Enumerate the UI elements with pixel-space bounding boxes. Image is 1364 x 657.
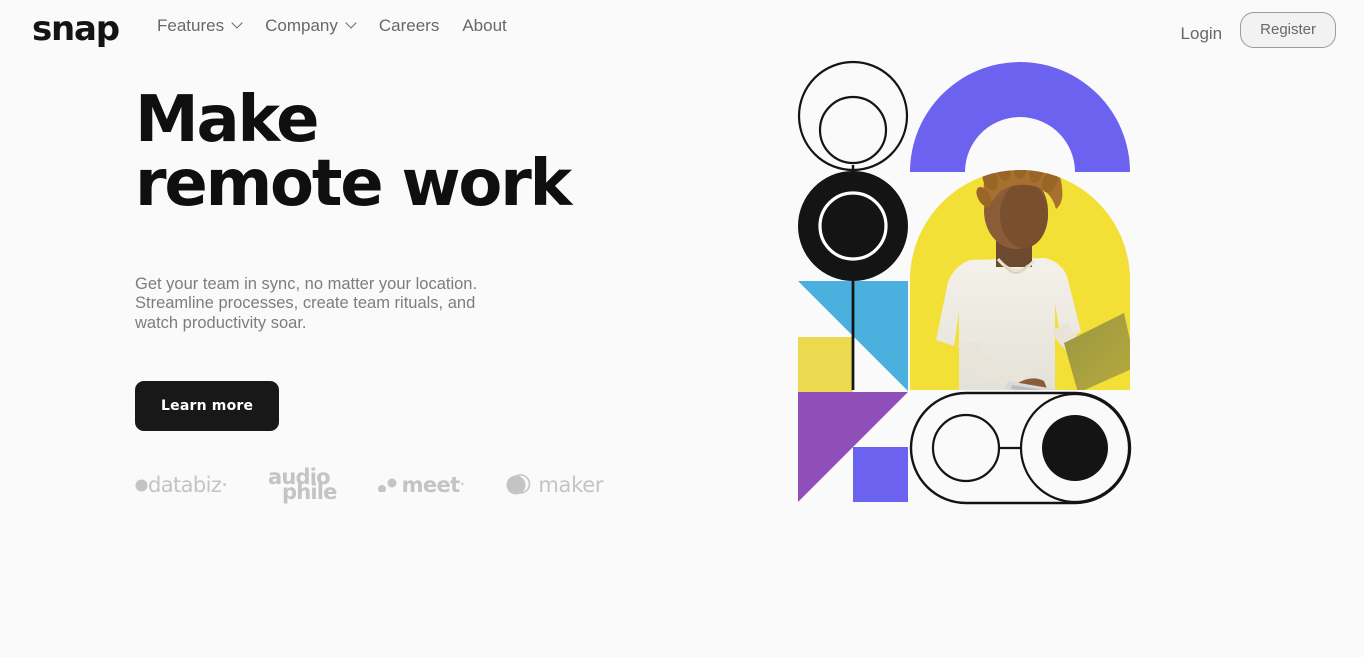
nav-item-about[interactable]: About — [462, 17, 506, 34]
nav-item-features[interactable]: Features — [157, 17, 242, 34]
black-dot-shape — [1042, 415, 1108, 481]
nav-item-label: About — [462, 16, 507, 35]
outline-pill-shape — [909, 391, 1132, 505]
dot-mark-icon — [135, 479, 148, 492]
nav-item-careers[interactable]: Careers — [379, 17, 439, 34]
client-logo-maker: maker — [505, 472, 603, 498]
periwinkle-square-shape — [853, 447, 908, 502]
cyan-square-fill — [853, 281, 908, 336]
nav-actions: Login Register — [1181, 12, 1336, 48]
page-title: Make remote work — [135, 83, 572, 221]
black-donut-shape — [798, 171, 908, 281]
brand-logo[interactable]: snap — [32, 12, 120, 46]
client-logos: databiz · audio phile meet · maker — [135, 466, 603, 505]
learn-more-button[interactable]: Learn more — [135, 381, 280, 432]
nav-item-label: Features — [157, 16, 225, 35]
client-logo-meet: meet · — [377, 472, 466, 497]
login-link[interactable]: Login — [1181, 19, 1223, 42]
trailing-dot-icon: · — [221, 472, 228, 497]
client-logo-label: maker — [538, 472, 604, 497]
client-logo-databiz: databiz · — [135, 472, 228, 497]
nav-item-label: Company — [265, 16, 338, 35]
client-logo-label: databiz — [148, 472, 222, 497]
client-logo-audiophile: audio phile — [268, 466, 337, 505]
nav-item-label: Careers — [378, 16, 440, 35]
hero-content: Make remote work Get your team in sync, … — [135, 83, 695, 432]
navbar: snap Features Company Careers About Logi… — [0, 0, 1364, 60]
primary-nav: Features Company Careers About — [157, 17, 507, 34]
landing-page: snap Features Company Careers About Logi… — [0, 0, 1364, 657]
trailing-dot-icon: · — [459, 474, 466, 496]
chevron-down-icon — [347, 19, 356, 28]
circle-overlap-icon — [506, 474, 531, 495]
client-logo-label: meet — [401, 472, 461, 497]
two-dots-icon — [377, 478, 397, 493]
register-button[interactable]: Register — [1240, 12, 1336, 48]
hero-graphic-illustration — [780, 45, 1150, 525]
nav-item-company[interactable]: Company — [265, 17, 356, 34]
client-logo-label-bottom: phile — [281, 480, 337, 505]
chevron-down-icon — [233, 19, 242, 28]
yellow-square-shape — [798, 337, 853, 392]
hero-graphic — [780, 45, 1150, 525]
hero-subtitle: Get your team in sync, no matter your lo… — [135, 275, 478, 332]
